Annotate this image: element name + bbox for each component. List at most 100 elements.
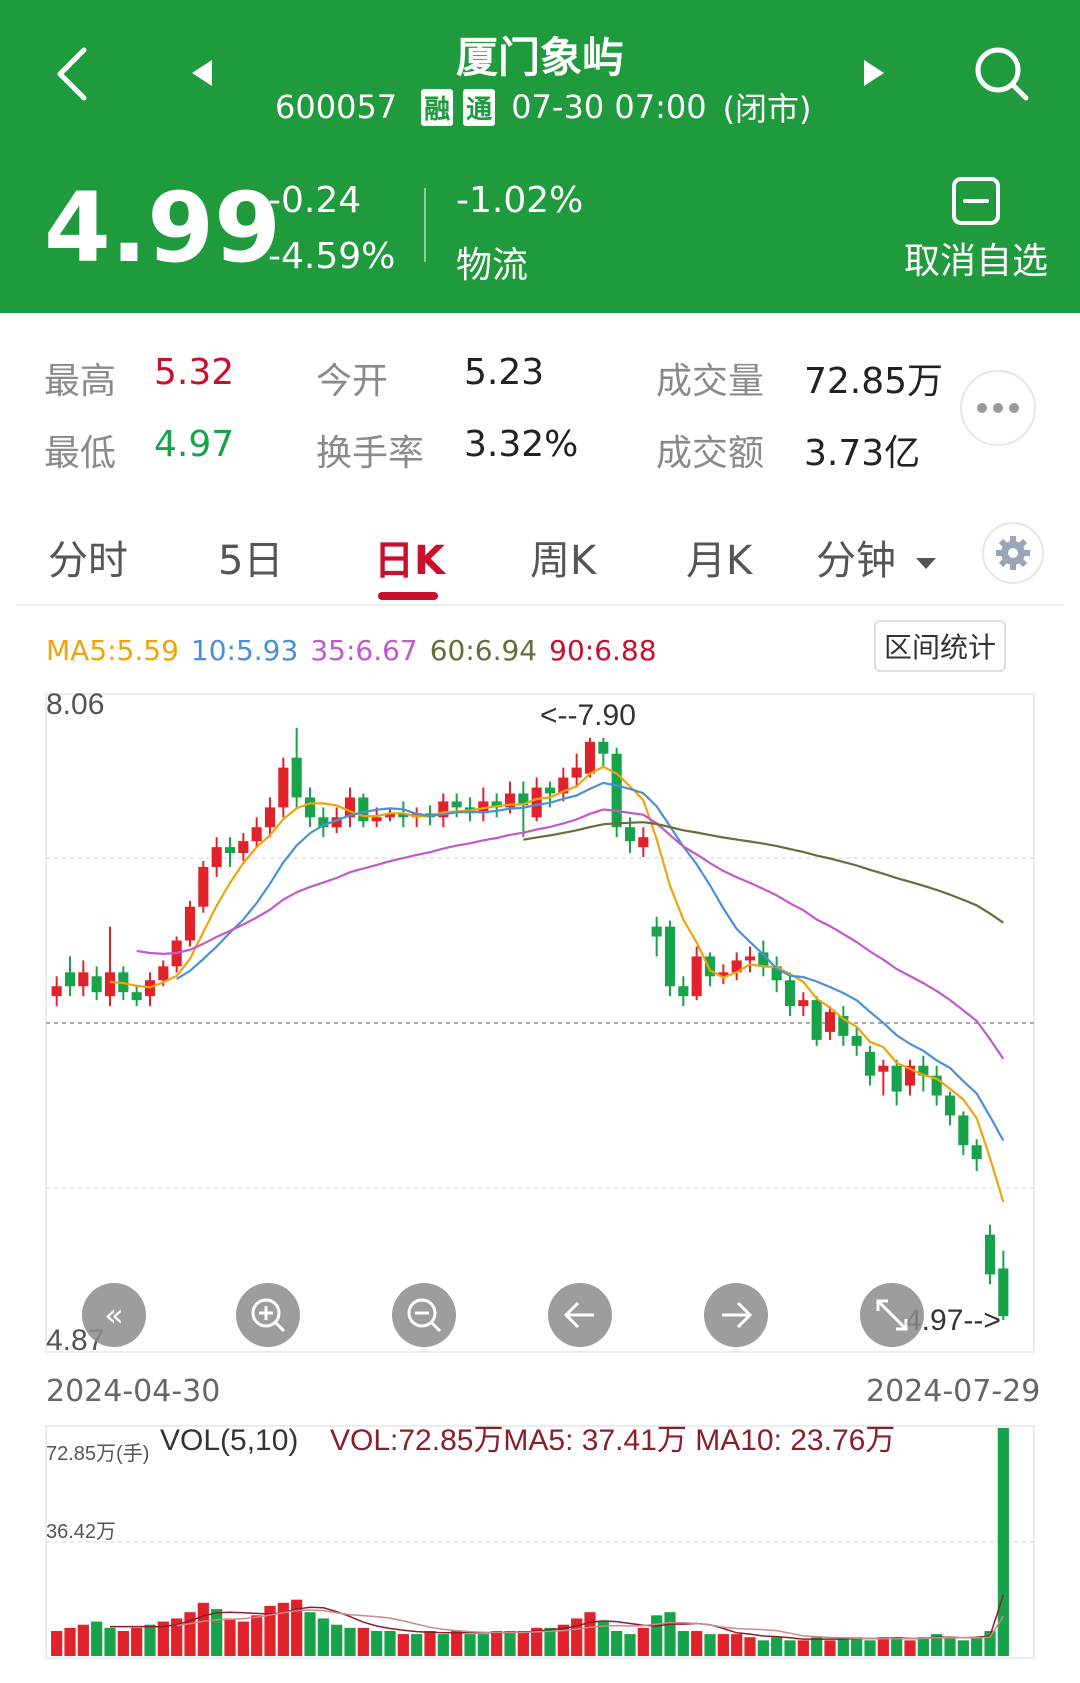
candle-body bbox=[224, 847, 236, 854]
open-label: 今开 bbox=[316, 361, 389, 402]
volume-bar bbox=[797, 1640, 809, 1656]
scroll-right-button[interactable] bbox=[704, 1283, 768, 1347]
volume-bar bbox=[77, 1624, 89, 1656]
volume-bar bbox=[824, 1640, 836, 1656]
candlestick-chart[interactable]: 8.06 4.87 <--7.90 4.97--> bbox=[0, 680, 1080, 1360]
max-price-annotation: <--7.90 bbox=[540, 699, 636, 732]
tab-timeshare[interactable]: 分时 bbox=[48, 528, 128, 586]
zoom-out-button[interactable] bbox=[392, 1283, 456, 1347]
stock-code: 600057 bbox=[275, 88, 398, 126]
volume-bar bbox=[664, 1612, 676, 1656]
volume-bar bbox=[651, 1615, 663, 1656]
volume-bar bbox=[744, 1637, 756, 1656]
next-stock-icon[interactable] bbox=[860, 58, 886, 88]
range-stats-button[interactable]: 区间统计 bbox=[874, 620, 1007, 672]
ma5-line bbox=[109, 765, 1005, 1203]
volume-bar bbox=[837, 1637, 849, 1656]
candle-body bbox=[864, 1051, 876, 1076]
volume-bar bbox=[677, 1630, 689, 1656]
volume-bar bbox=[691, 1630, 703, 1656]
x-axis-start-date: 2024-04-30 bbox=[46, 1374, 221, 1409]
price-change-pct: -4.59% bbox=[268, 236, 396, 277]
caret-down-icon bbox=[915, 558, 936, 569]
volume-bar bbox=[91, 1621, 103, 1656]
zoom-out-icon bbox=[407, 1298, 442, 1333]
candle-body bbox=[584, 741, 596, 774]
volume-bar bbox=[197, 1602, 209, 1656]
amount-label: 成交额 bbox=[656, 433, 765, 474]
ma90-label: 90:6.88 bbox=[549, 634, 657, 667]
volume-bar bbox=[371, 1630, 383, 1656]
scroll-start-button[interactable]: « bbox=[82, 1283, 146, 1347]
candle-body bbox=[691, 956, 702, 997]
candle-body bbox=[611, 753, 622, 828]
tab-daily-k[interactable]: 日K bbox=[374, 528, 445, 586]
zoom-in-button[interactable] bbox=[236, 1283, 300, 1347]
volume-chart[interactable]: 72.85万(手) 36.42万 VOL(5,10) VOL:72.85万MA5… bbox=[0, 1420, 1080, 1665]
sector-name[interactable]: 物流 bbox=[456, 236, 528, 288]
tab-weekly-k[interactable]: 周K bbox=[530, 528, 596, 586]
search-icon[interactable] bbox=[972, 44, 1032, 104]
volume-bar bbox=[304, 1612, 316, 1656]
more-button[interactable] bbox=[960, 370, 1036, 446]
volume-bar bbox=[771, 1637, 783, 1656]
tab-monthly-k[interactable]: 月K bbox=[686, 528, 752, 586]
ma5-label: MA5:5.59 bbox=[46, 634, 179, 667]
volume-summary: VOL:72.85万MA5: 37.41万 MA10: 23.76万 bbox=[330, 1424, 895, 1457]
tab-5day[interactable]: 5日 bbox=[218, 528, 283, 586]
candle-body bbox=[651, 926, 662, 937]
candle-body bbox=[811, 1000, 822, 1040]
candle-body bbox=[638, 837, 649, 848]
volume-bar bbox=[211, 1609, 223, 1656]
volume-bar bbox=[411, 1634, 423, 1656]
market-status: (闭市) bbox=[722, 90, 812, 128]
volume-bar bbox=[344, 1627, 356, 1656]
candle-body bbox=[278, 767, 289, 808]
volume-bar bbox=[517, 1630, 529, 1656]
ma-legend: MA5:5.59 10:5.93 35:6.67 60:6.94 90:6.88 bbox=[46, 634, 657, 667]
ma10-label: 10:5.93 bbox=[190, 634, 299, 667]
volume-bar bbox=[477, 1634, 489, 1656]
candle-body bbox=[198, 866, 209, 907]
ma10-line bbox=[176, 781, 1005, 1142]
candle-body bbox=[184, 906, 196, 941]
volume-label: 成交量 bbox=[656, 361, 765, 402]
fullscreen-icon bbox=[876, 1299, 908, 1331]
candle-body bbox=[104, 972, 116, 997]
stock-name: 厦门象屿 bbox=[455, 33, 624, 82]
volume-bar bbox=[624, 1634, 636, 1656]
candle-body bbox=[211, 847, 222, 867]
volume-bar bbox=[904, 1640, 916, 1656]
candle-body bbox=[598, 741, 609, 754]
open-value: 5.23 bbox=[464, 352, 545, 393]
candle-body bbox=[624, 827, 636, 842]
volume-bar bbox=[877, 1637, 889, 1656]
ma60-label: 60:6.94 bbox=[429, 634, 538, 667]
ma35-label: 35:6.67 bbox=[310, 634, 418, 667]
volume-value: 72.85万 bbox=[804, 361, 944, 402]
volume-bar bbox=[51, 1630, 63, 1656]
candle-body bbox=[784, 980, 796, 1007]
fullscreen-button[interactable] bbox=[860, 1283, 924, 1347]
volume-bar bbox=[757, 1640, 769, 1656]
volume-bar bbox=[237, 1621, 249, 1656]
scroll-left-button[interactable] bbox=[548, 1283, 612, 1347]
candle-body bbox=[571, 767, 582, 778]
candle-body bbox=[824, 1012, 836, 1032]
volume-bar bbox=[64, 1627, 76, 1656]
candle-body bbox=[944, 1095, 956, 1116]
chart-settings-button[interactable] bbox=[982, 522, 1044, 584]
candle-body bbox=[958, 1115, 969, 1146]
volume-bar bbox=[731, 1634, 743, 1656]
remove-watchlist-button[interactable]: 取消自选 bbox=[896, 176, 1056, 284]
volume-bar bbox=[917, 1637, 929, 1656]
volume-bar bbox=[717, 1634, 729, 1656]
minus-square-icon bbox=[952, 177, 1000, 225]
candles bbox=[51, 727, 1009, 1321]
tab-minute[interactable]: 分钟 bbox=[816, 528, 937, 586]
volume-bar bbox=[584, 1612, 596, 1656]
volume-max-label: 72.85万(手) bbox=[46, 1442, 149, 1465]
candle-body bbox=[891, 1065, 902, 1092]
candle-body bbox=[531, 787, 542, 818]
turnover-label: 换手率 bbox=[316, 433, 425, 474]
